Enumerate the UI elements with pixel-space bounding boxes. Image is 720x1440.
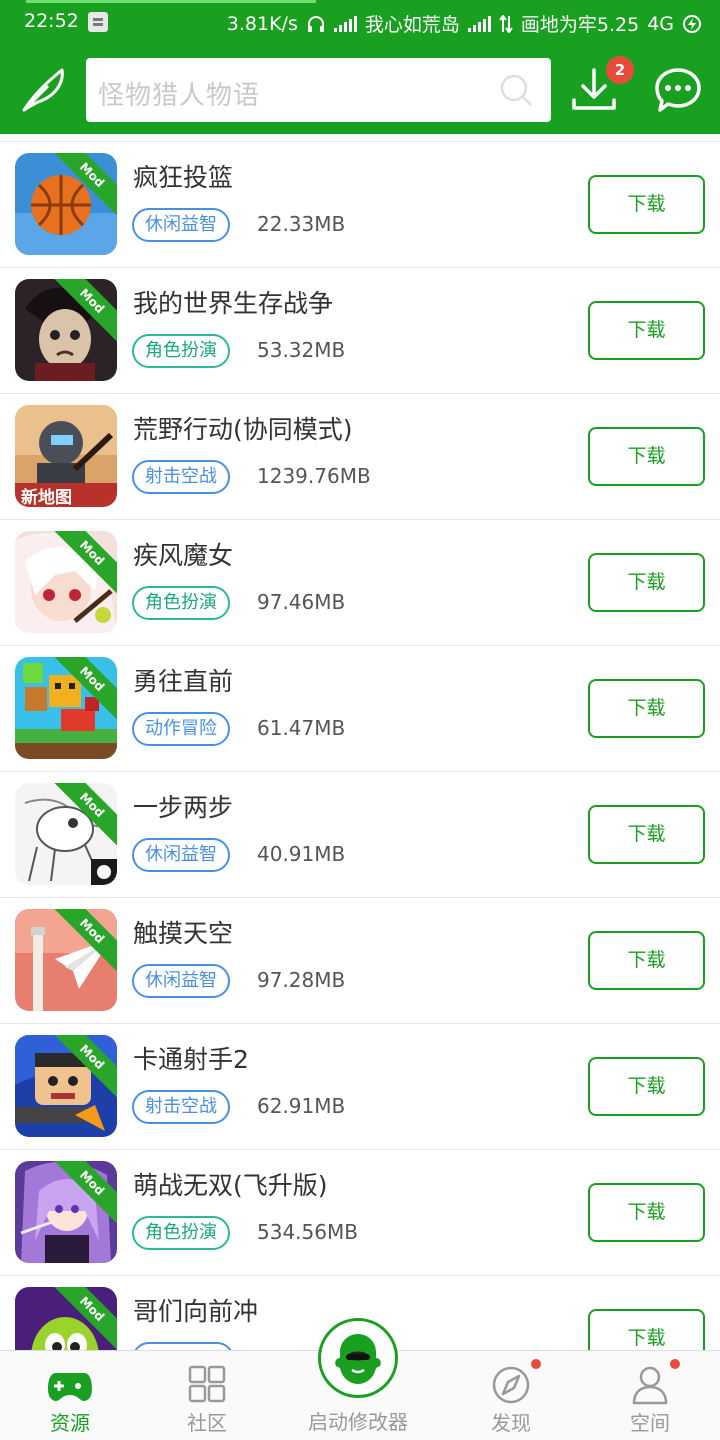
app-icon-pixel-runner[interactable]: Mod <box>15 657 117 759</box>
list-item[interactable]: Mod 勇往直前 动作冒险 61.47MB 下载 <box>0 646 720 772</box>
nav-label: 资源 <box>50 1411 90 1435</box>
status-right-group: 3.81K/s 我心如荒岛 画地为牢5.25 4G <box>227 10 702 37</box>
app-icon-green-blob[interactable]: Mod <box>15 1287 117 1350</box>
download-button[interactable]: 下载 <box>588 1309 705 1350</box>
battery-charging-icon <box>683 14 701 33</box>
app-name[interactable]: 萌战无双(飞升版) <box>133 1166 328 1202</box>
gamepad-icon <box>48 1373 92 1401</box>
list-item[interactable]: Mod 我的世界生存战争 角色扮演 53.32MB 下载 <box>0 268 720 394</box>
list-item[interactable]: Mod 一步两步 休闲益智 40.91MB 下载 <box>0 772 720 898</box>
network-speed: 3.81K/s <box>226 12 298 35</box>
download-button[interactable]: 下载 <box>588 1183 705 1242</box>
search-input[interactable]: 怪物猎人物语 <box>86 58 551 122</box>
app-list[interactable]: Mod 疯狂投篮 休闲益智 22.33MB 下载 Mod 我的世界生存战争 角色… <box>0 141 720 1350</box>
download-button[interactable]: 下载 <box>588 175 705 234</box>
app-name[interactable]: 疾风魔女 <box>133 536 233 572</box>
list-item[interactable]: 新地图 荒野行动(协同模式) 射击空战 1239.76MB 下载 <box>0 394 720 520</box>
download-button[interactable]: 下载 <box>588 427 705 486</box>
file-size: 1239.76MB <box>257 464 371 488</box>
file-size: 97.28MB <box>257 968 346 992</box>
download-progress-strip <box>26 0 316 3</box>
file-size: 97.46MB <box>257 590 346 614</box>
category-tag[interactable] <box>132 1342 234 1350</box>
status-time: 22:52 <box>24 10 79 32</box>
app-icon-witch[interactable]: Mod <box>15 531 117 633</box>
category-tag[interactable]: 休闲益智 <box>132 964 230 998</box>
feather-logo-icon[interactable] <box>18 64 70 116</box>
signal-icon-2 <box>467 15 491 32</box>
file-size: 61.47MB <box>257 716 346 740</box>
app-name[interactable]: 哥们向前冲 <box>133 1292 258 1328</box>
file-size: 40.91MB <box>257 842 346 866</box>
app-icon-text: 新地图 <box>21 488 72 507</box>
list-item[interactable]: Mod 卡通射手2 射击空战 62.91MB 下载 <box>0 1024 720 1150</box>
carrier-1: 我心如荒岛 <box>364 14 460 36</box>
app-icon-paper-plane[interactable]: Mod <box>15 909 117 1011</box>
app-name[interactable]: 勇往直前 <box>133 662 233 698</box>
category-tag[interactable]: 休闲益智 <box>132 208 230 242</box>
app-name[interactable]: 一步两步 <box>133 788 233 824</box>
app-icon-sketch[interactable]: Mod <box>15 783 117 885</box>
file-size: 22.33MB <box>257 212 346 236</box>
notification-dot <box>670 1359 680 1369</box>
download-count-badge: 2 <box>606 56 634 84</box>
nav-community[interactable]: 社区 <box>137 1351 277 1440</box>
category-tag[interactable]: 射击空战 <box>132 1090 230 1124</box>
status-bar: 22:52 3.81K/s 我心如荒岛 画地为牢5.25 4G <box>0 0 720 44</box>
app-header: 怪物猎人物语 2 <box>0 44 720 134</box>
app-icon-survival[interactable]: Mod <box>15 279 117 381</box>
download-button[interactable]: 下载 <box>588 1057 705 1116</box>
search-placeholder: 怪物猎人物语 <box>98 81 261 111</box>
download-button[interactable]: 下载 <box>588 805 705 864</box>
category-tag[interactable]: 角色扮演 <box>132 1216 230 1250</box>
notification-dot <box>531 1359 541 1369</box>
list-item[interactable]: Mod 萌战无双(飞升版) 角色扮演 534.56MB 下载 <box>0 1150 720 1276</box>
file-size: 534.56MB <box>257 1220 358 1244</box>
category-tag[interactable]: 角色扮演 <box>132 586 230 620</box>
category-tag[interactable]: 动作冒险 <box>132 712 230 746</box>
nav-label: 启动修改器 <box>308 1410 408 1434</box>
app-icon-basketball[interactable]: Mod <box>15 153 117 255</box>
nav-label: 发现 <box>491 1411 531 1435</box>
app-icon-shooter[interactable]: Mod <box>15 1035 117 1137</box>
app-name[interactable]: 荒野行动(协同模式) <box>133 410 353 446</box>
category-tag[interactable]: 射击空战 <box>132 460 230 494</box>
app-name[interactable]: 卡通射手2 <box>133 1040 249 1076</box>
download-button[interactable]: 下载 <box>588 679 705 738</box>
nav-label: 社区 <box>187 1411 227 1435</box>
signal-icon <box>333 15 357 32</box>
message-icon[interactable] <box>654 66 702 114</box>
app-name[interactable]: 我的世界生存战争 <box>133 284 333 320</box>
list-item[interactable]: Mod 疾风魔女 角色扮演 97.46MB 下载 <box>0 520 720 646</box>
app-icon-anime-girl[interactable]: Mod <box>15 1161 117 1263</box>
search-icon[interactable] <box>499 73 533 107</box>
sim-card-icon <box>88 12 108 32</box>
network-type: 4G <box>647 12 674 35</box>
category-tag[interactable]: 休闲益智 <box>132 838 230 872</box>
compass-icon <box>492 1366 530 1404</box>
file-size: 53.32MB <box>257 338 346 362</box>
launch-modifier-button[interactable] <box>318 1318 398 1398</box>
nav-space[interactable]: 空间 <box>580 1351 720 1440</box>
modifier-mascot-icon <box>335 1334 381 1384</box>
download-button[interactable]: 下载 <box>588 301 705 360</box>
user-icon <box>632 1366 668 1405</box>
list-item[interactable]: Mod 疯狂投篮 休闲益智 22.33MB 下载 <box>0 142 720 268</box>
data-arrows-icon <box>499 14 513 33</box>
app-icon-knives-out[interactable]: 新地图 <box>15 405 117 507</box>
nav-label: 空间 <box>630 1411 670 1435</box>
app-name[interactable]: 疯狂投篮 <box>133 158 233 194</box>
nav-discover[interactable]: 发现 <box>441 1351 581 1440</box>
app-name[interactable]: 触摸天空 <box>133 914 233 950</box>
carrier-2: 画地为牢5.25 <box>520 14 640 36</box>
grid-icon <box>188 1365 226 1403</box>
headphones-icon <box>307 15 324 32</box>
file-size: 62.91MB <box>257 1094 346 1118</box>
list-item[interactable]: Mod 触摸天空 休闲益智 97.28MB 下载 <box>0 898 720 1024</box>
download-button[interactable]: 下载 <box>588 931 705 990</box>
category-tag[interactable]: 角色扮演 <box>132 334 230 368</box>
download-button[interactable]: 下载 <box>588 553 705 612</box>
nav-resources[interactable]: 资源 <box>0 1351 140 1440</box>
